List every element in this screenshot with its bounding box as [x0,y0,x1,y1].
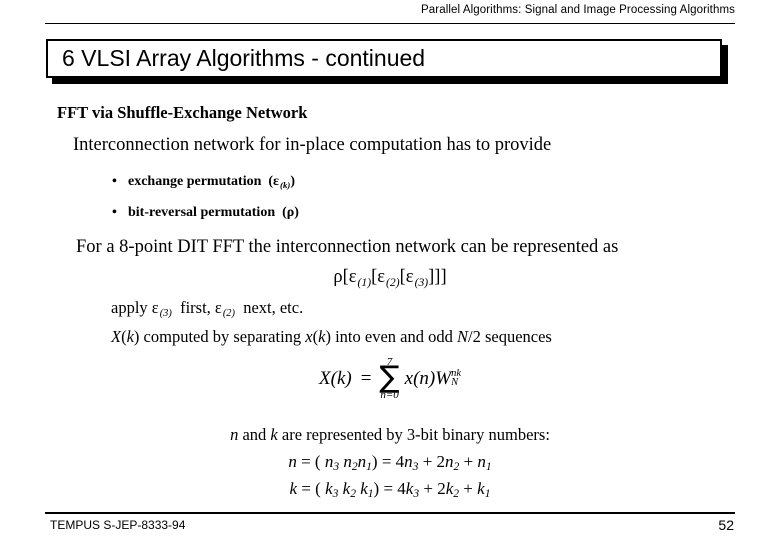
equation-term: x(n) [405,368,436,390]
intro-text: Interconnection network for in-place com… [73,135,552,155]
n-eq-plus-2: + [459,452,478,471]
dft-equation: X(k) = 7 ∑ n=0 x(n) Wnk N [0,357,780,401]
k-eq-plus-1: + 2 [419,479,446,498]
k-eq-op-2: ) = 4 [373,479,406,498]
k-eq-var: k [289,479,298,498]
sigma-icon: ∑ [379,360,400,395]
rho-formula-open: ρ[ε [333,267,357,287]
apply-mid: first, ε [180,298,222,317]
equation-lhs: X(k) [319,368,352,390]
n-eq-plus-1: + 2 [418,452,446,471]
for-statement: For a 8-point DIT FFT the interconnectio… [76,237,619,257]
equation-equals-sign: = [360,367,372,389]
apply-order-text: apply ε(3) first, ε(2) next, etc. [111,298,303,319]
n-eq-op-1: = ( [296,452,325,471]
k-eq-digit-1: k [360,479,368,498]
equation-lhs-close: ) [345,367,352,389]
page-number: 52 [718,517,734,533]
summation-lower-limit: n=0 [380,388,399,401]
bullet-symbol-close: ) [290,174,295,189]
bullet-symbol: (ε [268,174,280,189]
k-eq-plus-2: + [459,479,478,498]
apply-sub-1: (3) [159,308,172,320]
equation-term-func: x [404,367,414,389]
bullet-text: bit-reversal permutation [128,205,276,220]
n-binary-equation: n = ( n3 n2n1) = 4n3 + 2n2 + n1 [0,452,780,473]
xk-symbol-N: N [456,327,468,346]
xk-symbol-x: x [305,327,313,346]
equation-lhs-func: X [319,367,331,389]
k-eq-term-1-sub: 1 [484,486,491,500]
n-eq-term-1-sub: 1 [485,459,492,473]
rho-formula-mid-1: [ε [371,267,386,287]
n-eq-op-2: ) = 4 [371,452,405,471]
rho-formula-sub-2: (2) [386,275,400,289]
nk-text-1: and [238,425,271,444]
bullet-marker-icon: • [112,205,117,220]
header-divider [45,23,735,24]
list-item: • exchange permutation (ε(k)) [112,174,295,190]
page-title: 6 VLSI Array Algorithms - continued [62,45,426,71]
twiddle-subscript: N [451,376,459,388]
bullet-symbol-subscript: (k) [280,179,291,190]
nk-symbol-k: k [270,425,278,444]
xk-symbol-X: X [111,327,122,346]
xk-text-1: ) computed by separating [133,327,306,346]
n-eq-var: n [288,452,297,471]
apply-sub-2: (2) [222,308,235,320]
footer-project-label: TEMPUS S-JEP-8333-94 [50,518,186,532]
k-eq-op-1: = ( [297,479,326,498]
n-eq-term-2: n [445,452,454,471]
n-eq-term-1: n [477,452,486,471]
list-item: • bit-reversal permutation (ρ) [112,205,299,221]
k-eq-term-1: k [477,479,485,498]
bullet-symbol: (ρ) [282,205,299,220]
twiddle-factor-W: W [435,367,452,389]
slide-header-title: Parallel Algorithms: Signal and Image Pr… [421,4,735,16]
xk-symbol-k: k [126,327,134,346]
apply-prefix: apply ε [111,298,159,317]
footer-divider [45,512,735,514]
rho-formula-sub-1: (1) [357,275,372,289]
rho-formula-sub-3: (3) [414,275,429,289]
nk-text-2: are represented by 3-bit binary numbers: [277,425,550,444]
xk-description: X(k) computed by separating x(k) into ev… [111,327,552,347]
equation-term-var: n [419,367,429,389]
binary-representation-text: n and k are represented by 3-bit binary … [0,425,780,445]
section-heading: FFT via Shuffle-Exchange Network [57,103,308,122]
k-eq-digit-3: k [325,479,333,498]
twiddle-factor-indices: nk N [451,369,461,388]
title-box: 6 VLSI Array Algorithms - continued [46,39,722,78]
rho-formula: ρ[ε(1)[ε(2)[ε(3)]]] [0,267,780,289]
rho-formula-close: ]]] [428,267,447,287]
xk-text-2: ) into even and odd [325,327,457,346]
xk-text-3: /2 sequences [467,327,552,346]
rho-formula-mid-2: [ε [399,267,414,287]
apply-suffix: next, etc. [243,298,304,317]
n-eq-term-3: n [404,452,413,471]
k-binary-equation: k = ( k3 k2 k1) = 4k3 + 2k2 + k1 [0,479,780,500]
summation-operator: 7 ∑ n=0 [379,357,399,401]
bullet-marker-icon: • [112,174,117,189]
bullet-text: exchange permutation [128,174,262,189]
n-eq-digit-2: n [343,452,352,471]
n-eq-digit-1: n [357,452,367,471]
